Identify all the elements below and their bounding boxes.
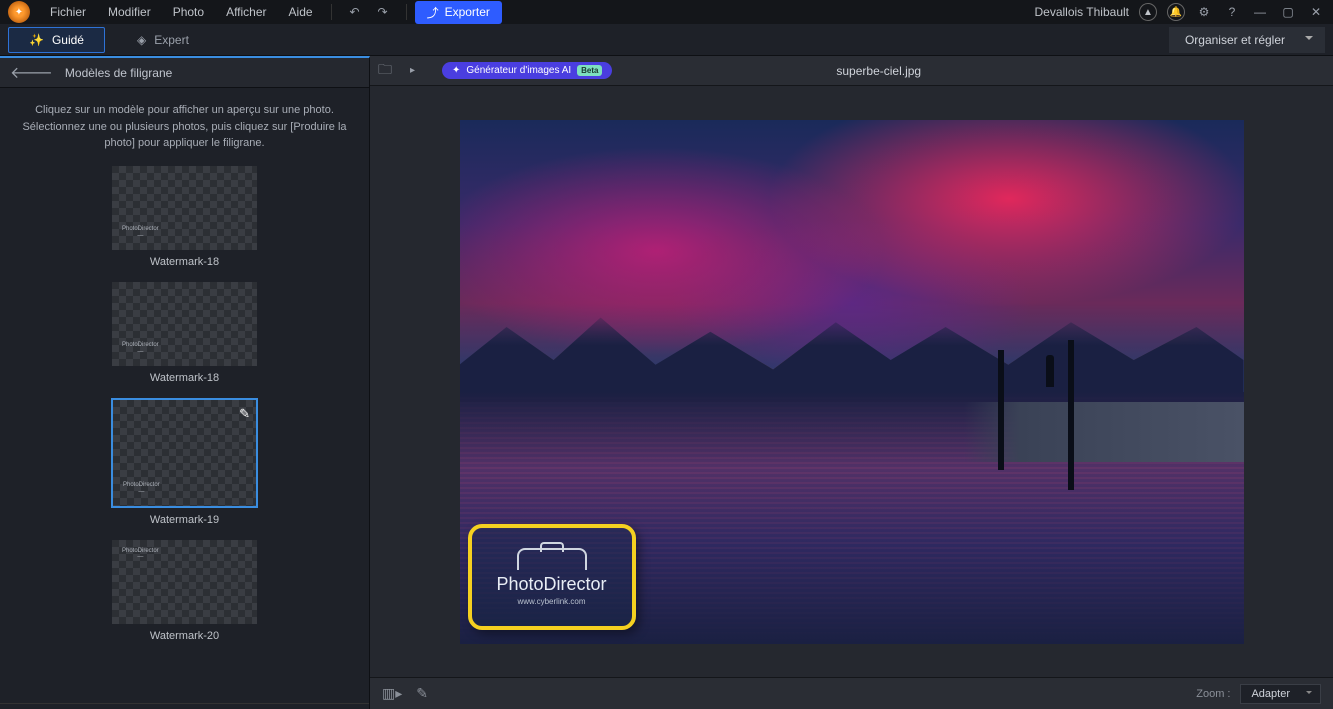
zoom-value: Adapter (1251, 688, 1290, 700)
mode-guided-label: Guidé (52, 33, 84, 47)
zoom-label: Zoom : (1196, 688, 1230, 700)
redo-icon[interactable]: ↷ (374, 3, 392, 21)
sidebar-footer (0, 703, 369, 709)
menu-file[interactable]: Fichier (40, 1, 96, 23)
settings-gear-icon[interactable]: ⚙ (1195, 3, 1213, 21)
canvas-toolbar: 🗀 ▸ ✦ Générateur d'images AI Beta superb… (370, 56, 1333, 86)
zoom-select[interactable]: Adapter (1240, 684, 1321, 704)
back-arrow-icon[interactable]: 🡐 (10, 62, 53, 83)
user-account-icon[interactable]: ▲ (1139, 3, 1157, 21)
mode-guided-button[interactable]: ✨ Guidé (8, 27, 105, 53)
menu-help[interactable]: Aide (279, 1, 323, 23)
minimize-icon[interactable]: — (1251, 3, 1269, 21)
maximize-icon[interactable]: ▢ (1279, 3, 1297, 21)
watermark-template[interactable]: PhotoDirector— Watermark-18 (40, 166, 329, 268)
organize-label: Organiser et régler (1185, 33, 1285, 47)
canvas-footer: ▥▸ ✎ Zoom : Adapter (370, 677, 1333, 709)
sidebar: 🡐 Modèles de filigrane Cliquez sur un mo… (0, 56, 370, 709)
menu-edit[interactable]: Modifier (98, 1, 161, 23)
app-logo-icon: ✦ (8, 1, 30, 23)
undo-icon[interactable]: ↶ (346, 3, 364, 21)
image-viewport[interactable]: PhotoDirector www.cyberlink.com (370, 86, 1333, 677)
watermark-template[interactable]: PhotoDirector— Watermark-20 (40, 540, 329, 642)
current-filename: superbe-ciel.jpg (622, 64, 1135, 78)
chevron-right-icon[interactable]: ▸ (410, 65, 432, 76)
watermark-brand: PhotoDirector (496, 574, 606, 595)
user-name: Devallois Thibault (1035, 5, 1130, 19)
close-icon[interactable]: ✕ (1307, 3, 1325, 21)
layers-icon: ◈ (137, 33, 146, 47)
export-label: Exporter (445, 5, 490, 19)
template-label: Watermark-18 (40, 256, 329, 268)
watermark-url: www.cyberlink.com (517, 597, 585, 606)
ai-generator-button[interactable]: ✦ Générateur d'images AI Beta (442, 62, 612, 79)
separator (406, 4, 407, 20)
watermark-template-selected[interactable]: ✎ PhotoDirector— Watermark-19 (40, 398, 329, 526)
menu-photo[interactable]: Photo (163, 1, 214, 23)
sidebar-description: Cliquez sur un modèle pour afficher un a… (0, 88, 369, 166)
menu-bar: ✦ Fichier Modifier Photo Afficher Aide ↶… (0, 0, 1333, 24)
menu-view[interactable]: Afficher (216, 1, 276, 23)
sidebar-header: 🡐 Modèles de filigrane (0, 58, 369, 88)
template-label: Watermark-19 (40, 514, 329, 526)
brush-tool-icon[interactable]: ✎ (416, 685, 428, 702)
watermark-template-list[interactable]: PhotoDirector— Watermark-18 PhotoDirecto… (0, 166, 369, 704)
preview-image: PhotoDirector www.cyberlink.com (460, 120, 1244, 644)
export-button[interactable]: ⤴ Exporter (415, 1, 502, 24)
wand-icon: ✨ (29, 33, 44, 47)
folder-icon[interactable]: 🗀 (378, 59, 400, 83)
organize-dropdown[interactable]: Organiser et régler (1169, 27, 1325, 53)
notifications-icon[interactable]: 🔔 (1167, 3, 1185, 21)
watermark-template[interactable]: PhotoDirector— Watermark-18 (40, 282, 329, 384)
sidebar-title: Modèles de filigrane (65, 66, 172, 80)
template-label: Watermark-20 (40, 630, 329, 642)
template-label: Watermark-18 (40, 372, 329, 384)
beta-badge: Beta (577, 65, 602, 76)
mode-expert-button[interactable]: ◈ Expert (117, 28, 209, 52)
camera-icon (517, 548, 587, 570)
compare-tool-icon[interactable]: ▥▸ (382, 685, 402, 702)
mode-expert-label: Expert (154, 33, 189, 47)
export-icon: ⤴ (427, 4, 439, 21)
help-icon[interactable]: ? (1223, 3, 1241, 21)
canvas-area: 🗀 ▸ ✦ Générateur d'images AI Beta superb… (370, 56, 1333, 709)
ai-button-label: Générateur d'images AI (466, 65, 571, 76)
separator (331, 4, 332, 20)
watermark-preview[interactable]: PhotoDirector www.cyberlink.com (468, 524, 636, 630)
sparkle-icon: ✦ (452, 65, 460, 76)
edit-pencil-icon[interactable]: ✎ (239, 406, 250, 422)
mode-bar: ✨ Guidé ◈ Expert Organiser et régler (0, 24, 1333, 56)
